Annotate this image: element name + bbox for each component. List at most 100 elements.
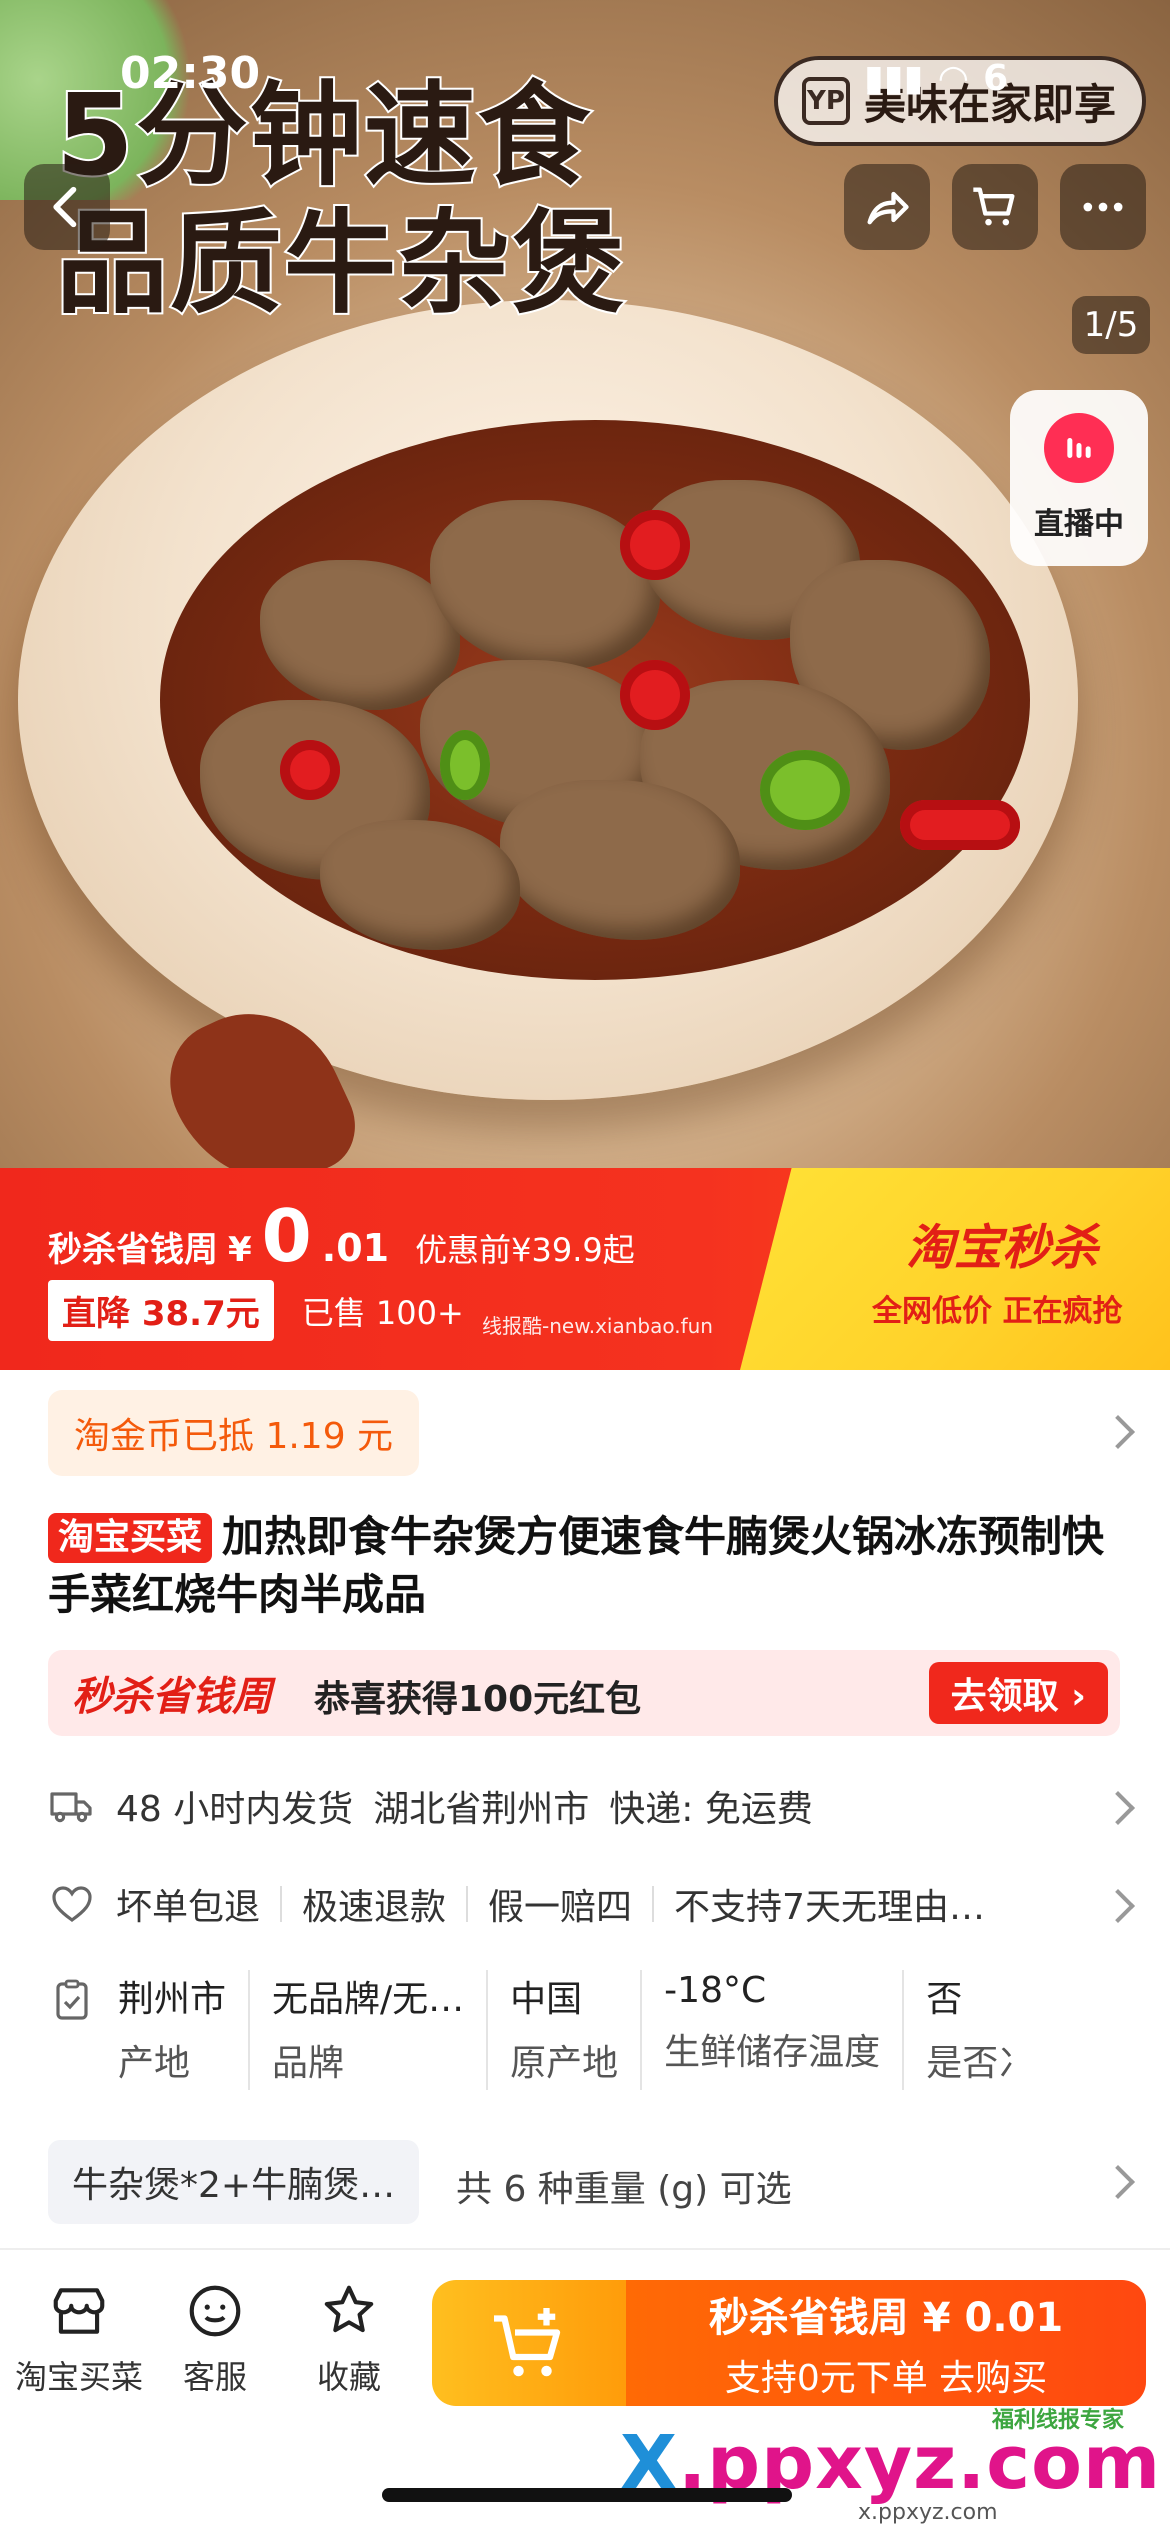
price-drop-badge: 直降 38.7元 <box>48 1280 274 1341</box>
param-value: 中国 <box>510 1979 583 2020</box>
promo-currency: ¥ <box>228 1230 252 1270</box>
chili-slice <box>620 510 690 580</box>
claim-button[interactable]: 去领取 › <box>928 1662 1108 1724</box>
chat-face-icon <box>189 2285 241 2337</box>
green-pepper <box>760 750 850 830</box>
product-tag: 淘宝买菜 <box>48 1513 213 1563</box>
heart-shield-icon <box>52 1886 92 1922</box>
chevron-right-icon[interactable] <box>1101 1889 1135 1923</box>
shipping-location: 湖北省荆州市 <box>373 1789 590 1830</box>
param-item: 无品牌/无… 品牌 <box>250 1970 489 2090</box>
status-time: 02:30 <box>120 48 261 99</box>
store-button[interactable]: 淘宝买菜 <box>14 2280 144 2398</box>
param-value: 荆州市 <box>118 1979 227 2020</box>
param-value: 否 <box>926 1979 963 2020</box>
green-pepper <box>440 730 490 800</box>
chevron-right-icon[interactable] <box>1101 1415 1135 1449</box>
param-key: 原产地 <box>510 2043 619 2084</box>
params-row[interactable]: 荆州市 产地 无品牌/无… 品牌 中国 原产地 -18°C 生鲜储存温度 否 是… <box>96 1970 1024 2090</box>
flash-sale-banner: 秒杀省钱周 ¥ 0 .01 优惠前¥39.9起 直降 38.7元 已售 100+… <box>0 1168 1170 1370</box>
brand-logo-icon: YP <box>802 77 850 125</box>
param-item: -18°C 生鲜储存温度 <box>642 1970 905 2090</box>
buy-now-button[interactable]: 秒杀省钱周 ¥ 0.01 支持0元下单 去购买 <box>626 2280 1146 2406</box>
wifi-icon: ◠ <box>939 58 968 99</box>
param-item: 否 是否冫 <box>904 1970 1024 2090</box>
param-value: -18°C <box>664 1970 767 2011</box>
red-packet-title: 秒杀省钱周 <box>72 1674 272 1720</box>
divider <box>466 1886 469 1922</box>
back-icon <box>53 186 77 228</box>
service-item: 坏单包退 <box>116 1887 261 1928</box>
customer-service-button[interactable]: 客服 <box>150 2280 280 2398</box>
red-packet-message: 恭喜获得100元红包 <box>314 1679 642 1720</box>
chevron-right-icon[interactable] <box>1101 1791 1135 1825</box>
service-item: 不支持7天无理由… <box>674 1887 985 1928</box>
star-icon <box>324 2285 374 2333</box>
red-packet-banner[interactable]: 秒杀省钱周 恭喜获得100元红包 去领取 › <box>48 1650 1120 1736</box>
shipping-express: 快递: 免运费 <box>609 1789 813 1830</box>
param-key: 产地 <box>118 2043 191 2084</box>
store-button-label: 淘宝买菜 <box>14 2358 143 2396</box>
live-label: 直播中 <box>1034 507 1124 542</box>
promo-before-price: 优惠前¥39.9起 <box>415 1231 635 1269</box>
coin-discount-chip[interactable]: 淘金币已抵 1.19 元 <box>48 1390 420 1476</box>
cart-icon <box>973 187 1015 226</box>
store-icon <box>53 2288 105 2334</box>
back-button[interactable] <box>24 164 110 250</box>
status-icons: ▮▮▮ ◠ 6 <box>864 58 1008 99</box>
product-title: 淘宝买菜 加热即食牛杂煲方便速食牛腩煲火锅冰冻预制快手菜红烧牛肉半成品 <box>48 1508 1128 1624</box>
watermark-subtext: x.ppxyz.com <box>858 2500 998 2525</box>
battery-icon: 6 <box>983 58 1009 99</box>
shipping-row[interactable]: 48 小时内发货 湖北省荆州市 快递: 免运费 <box>48 1780 813 1832</box>
truck-icon <box>50 1792 92 1823</box>
hero-title-line: 品质牛杂煲 <box>54 198 626 330</box>
signal-icon: ▮▮▮ <box>864 58 924 99</box>
param-key: 品牌 <box>272 2043 345 2084</box>
buy-now-subtext: 支持0元下单 去购买 <box>724 2358 1048 2399</box>
service-item: 极速退款 <box>302 1887 447 1928</box>
promo-label: 秒杀省钱周 <box>48 1230 218 1270</box>
buy-action-group: 秒杀省钱周 ¥ 0.01 支持0元下单 去购买 <box>432 2280 1146 2406</box>
watermark-text: 线报酷-new.xianbao.fun <box>482 1314 713 1338</box>
home-indicator[interactable] <box>382 2488 792 2502</box>
shipping-time: 48 小时内发货 <box>116 1789 354 1830</box>
add-to-cart-button[interactable] <box>432 2280 626 2406</box>
chili-slice <box>620 660 690 730</box>
favorite-label: 收藏 <box>316 2358 381 2396</box>
more-button[interactable] <box>1060 164 1146 250</box>
hero-title: 5分钟速食 品质牛杂煲 <box>54 70 626 330</box>
buy-now-price: 秒杀省钱周 ¥ 0.01 <box>708 2295 1064 2341</box>
service-row[interactable]: 坏单包退 极速退款 假一赔四 不支持7天无理由… <box>48 1878 985 1930</box>
live-icon <box>1044 413 1114 483</box>
more-icon <box>1083 202 1123 212</box>
param-item: 中国 原产地 <box>488 1970 643 2090</box>
chili-slice <box>900 800 1020 850</box>
sold-count: 已售 100+ <box>301 1293 464 1332</box>
param-value: 无品牌/无… <box>272 1979 465 2020</box>
promo-price-line: 秒杀省钱周 ¥ 0 .01 优惠前¥39.9起 <box>48 1194 635 1278</box>
param-key: 是否冫 <box>926 2043 1025 2084</box>
divider <box>280 1886 283 1922</box>
sku-options-count[interactable]: 共 6 种重量 (g) 可选 <box>456 2160 792 2212</box>
favorite-button[interactable]: 收藏 <box>284 2280 414 2398</box>
share-button[interactable] <box>844 164 930 250</box>
promo-price-decimal: .01 <box>321 1226 390 1270</box>
promo-secondary-line: 直降 38.7元 已售 100+ <box>48 1280 464 1341</box>
share-icon <box>867 191 909 225</box>
sku-selector[interactable]: 牛杂煲*2+牛腩煲… <box>48 2140 420 2224</box>
param-key: 生鲜储存温度 <box>664 2032 881 2073</box>
chili-slice <box>280 740 340 800</box>
flash-sale-brand: 淘宝秒杀 <box>906 1220 1099 1276</box>
image-counter: 1/5 <box>1072 296 1150 354</box>
param-item: 荆州市 产地 <box>96 1970 251 2090</box>
promo-price-integer: 0 <box>261 1194 312 1278</box>
customer-service-label: 客服 <box>182 2358 247 2396</box>
clipboard-icon <box>48 1976 96 2028</box>
service-item: 假一赔四 <box>488 1887 633 1928</box>
flash-sale-slogan: 全网低价 正在疯抢 <box>872 1294 1123 1329</box>
divider <box>652 1886 655 1922</box>
add-cart-icon <box>494 2308 561 2377</box>
cart-button[interactable] <box>952 164 1038 250</box>
chevron-right-icon[interactable] <box>1101 2165 1135 2199</box>
live-button[interactable]: 直播中 <box>1010 390 1148 566</box>
